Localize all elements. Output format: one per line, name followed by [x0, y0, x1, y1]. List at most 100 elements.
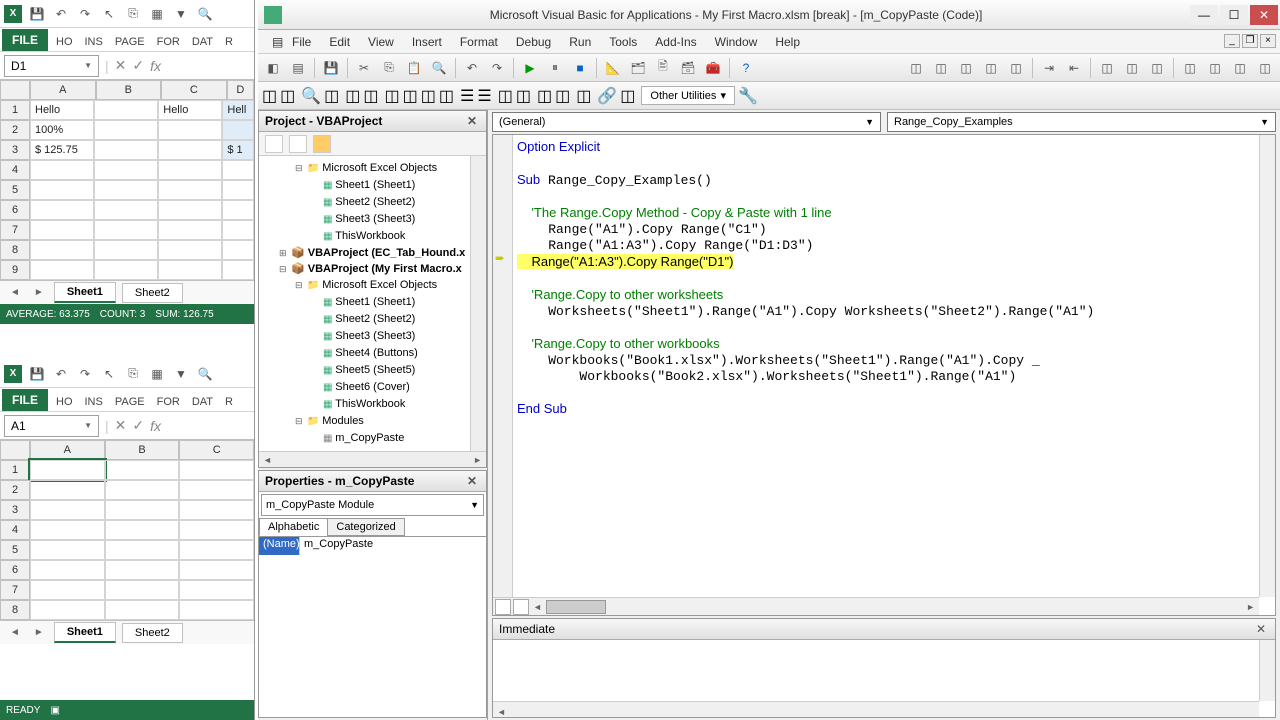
toolbar-icon[interactable]: ◫ [363, 86, 378, 106]
maximize-button[interactable]: ☐ [1220, 5, 1248, 25]
save-icon[interactable]: 💾 [28, 365, 46, 383]
cell[interactable] [30, 240, 94, 260]
cell[interactable] [158, 240, 222, 260]
cell[interactable]: $ 125.75 [30, 140, 94, 160]
menu-file[interactable]: File [284, 32, 319, 52]
menu-window[interactable]: Window [707, 32, 766, 52]
menu-edit[interactable]: Edit [321, 32, 358, 52]
view-excel-icon[interactable]: ◧ [262, 57, 284, 79]
cell[interactable] [222, 240, 254, 260]
cell[interactable]: 100% [30, 120, 94, 140]
filter-icon[interactable]: ▼ [172, 365, 190, 383]
find-icon[interactable]: 🔍 [428, 57, 450, 79]
indent-icon[interactable]: ⇥ [1038, 57, 1060, 79]
save-icon[interactable]: 💾 [320, 57, 342, 79]
file-tab[interactable]: FILE [2, 389, 48, 411]
menu-insert[interactable]: Insert [404, 32, 450, 52]
row-header[interactable]: 5 [0, 180, 30, 200]
tree-item[interactable]: Sheet2 (Sheet2) [261, 311, 468, 328]
toolbar-icon[interactable]: ◫ [1096, 57, 1118, 79]
list-icon[interactable]: ☰ [460, 86, 474, 106]
menu-run[interactable]: Run [561, 32, 599, 52]
cell[interactable] [94, 140, 158, 160]
sheet-nav-next-icon[interactable]: ► [30, 627, 48, 638]
redo-icon[interactable]: ↷ [76, 5, 94, 23]
scrollbar-thumb[interactable] [546, 600, 606, 614]
cell[interactable] [158, 200, 222, 220]
tab-alphabetic[interactable]: Alphabetic [259, 518, 328, 536]
tree-item[interactable]: Sheet5 (Sheet5) [261, 362, 468, 379]
scrollbar-vertical[interactable] [470, 156, 486, 451]
cell[interactable] [94, 260, 158, 280]
cursor-icon[interactable]: ↖ [100, 365, 118, 383]
tree-item[interactable]: Sheet4 (Buttons) [261, 345, 468, 362]
cell[interactable] [158, 160, 222, 180]
cell[interactable] [222, 160, 254, 180]
cell[interactable] [158, 180, 222, 200]
cell[interactable] [30, 560, 105, 580]
toolbox-icon[interactable]: 🧰 [702, 57, 724, 79]
cell[interactable] [179, 520, 254, 540]
ribbon-tab[interactable]: DAT [188, 393, 217, 411]
sheet-tab[interactable]: Sheet2 [122, 623, 183, 643]
scrollbar-horizontal[interactable]: ◄ [493, 701, 1259, 717]
name-box[interactable]: A1▼ [4, 415, 99, 437]
ribbon-tab[interactable]: DAT [188, 33, 217, 51]
column-header[interactable]: C [161, 80, 227, 100]
formula-bar[interactable]: |✕✓fx [99, 57, 254, 74]
column-header[interactable]: A [30, 80, 96, 100]
ribbon-tab[interactable]: FOR [153, 33, 184, 51]
column-header[interactable]: B [96, 80, 162, 100]
mdi-close-button[interactable]: × [1260, 34, 1276, 48]
redo-icon[interactable]: ↷ [76, 365, 94, 383]
row-header[interactable]: 2 [0, 480, 30, 500]
paste-icon[interactable]: 📋 [403, 57, 425, 79]
design-mode-icon[interactable]: 📐 [602, 57, 624, 79]
code-text[interactable]: Option Explicit Sub Range_Copy_Examples(… [517, 139, 1257, 418]
cell[interactable]: Hello [158, 100, 222, 120]
cell[interactable] [30, 580, 105, 600]
undo-icon[interactable]: ↶ [52, 5, 70, 23]
row-header[interactable]: 7 [0, 220, 30, 240]
reset-icon[interactable]: ■ [569, 57, 591, 79]
touch-icon[interactable]: ⎘ [124, 5, 142, 23]
toolbar-icon[interactable]: ◫ [324, 86, 339, 106]
tree-item[interactable]: ⊟Microsoft Excel Objects [261, 160, 468, 177]
tree-item[interactable]: ⊟Microsoft Excel Objects [261, 277, 468, 294]
formula-bar[interactable]: |✕✓fx [99, 417, 254, 434]
properties-icon[interactable]: 🖹 [652, 57, 674, 79]
cell[interactable] [105, 560, 180, 580]
immediate-body[interactable]: ◄ [493, 640, 1275, 717]
tree-item[interactable]: Sheet3 (Sheet3) [261, 328, 468, 345]
toolbar-icon[interactable]: ◫ [403, 86, 418, 106]
cell[interactable] [158, 120, 222, 140]
scrollbar-horizontal[interactable]: ◄► [259, 451, 486, 467]
procedure-view-icon[interactable] [495, 599, 511, 615]
cell[interactable] [30, 160, 94, 180]
cell[interactable] [94, 240, 158, 260]
touch-icon[interactable]: ⎘ [124, 365, 142, 383]
tree-item[interactable]: ThisWorkbook [261, 396, 468, 413]
mdi-minimize-button[interactable]: _ [1224, 34, 1240, 48]
toolbar-icon[interactable]: ◫ [262, 86, 277, 106]
select-all-corner[interactable] [0, 440, 30, 460]
cell[interactable] [30, 540, 105, 560]
toolbar-icon[interactable]: ◫ [345, 86, 360, 106]
view-object-icon[interactable] [289, 135, 307, 153]
filter-icon[interactable]: ▼ [172, 5, 190, 23]
row-header[interactable]: 8 [0, 240, 30, 260]
row-header[interactable]: 4 [0, 160, 30, 180]
cell[interactable]: $ 1 [222, 140, 254, 160]
code-editor[interactable]: ➨ Option Explicit Sub Range_Copy_Example… [492, 134, 1276, 616]
ribbon-tab[interactable]: HO [52, 33, 77, 51]
cell[interactable] [105, 540, 180, 560]
ribbon-tab[interactable]: R [221, 33, 237, 51]
select-all-corner[interactable] [0, 80, 30, 100]
save-icon[interactable]: 💾 [28, 5, 46, 23]
toggle-folders-icon[interactable] [313, 135, 331, 153]
cell[interactable] [30, 260, 94, 280]
cell[interactable] [30, 200, 94, 220]
scroll-left-icon[interactable]: ◄ [529, 602, 546, 612]
toolbar-icon[interactable]: ◫ [1146, 57, 1168, 79]
scroll-right-icon[interactable]: ► [1242, 602, 1259, 612]
